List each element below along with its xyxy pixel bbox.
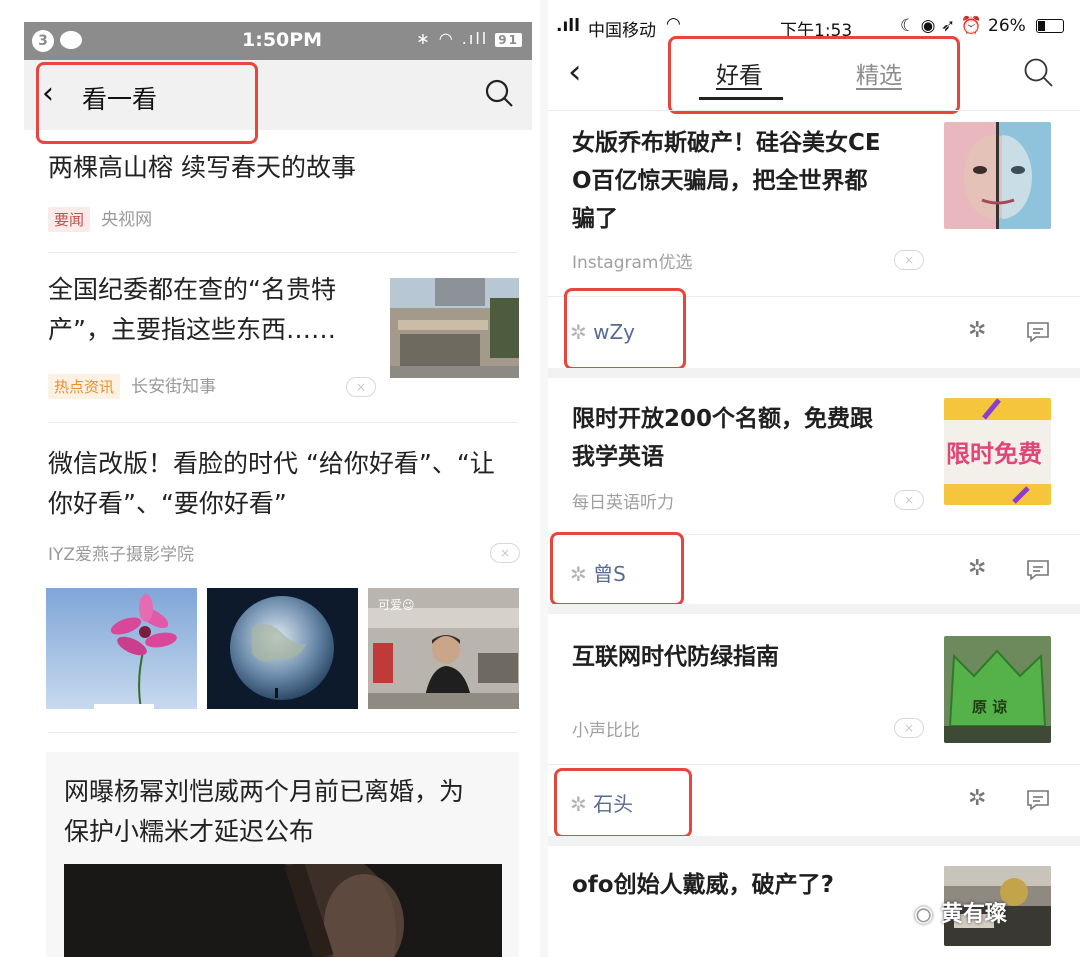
close-icon[interactable]: × bbox=[490, 543, 520, 563]
divider bbox=[48, 732, 518, 733]
article-thumbnail bbox=[944, 122, 1051, 229]
divider bbox=[548, 110, 1080, 111]
article-title[interactable]: 互联网时代防绿指南 bbox=[572, 638, 779, 676]
highlight-box bbox=[550, 532, 684, 606]
carrier: 中国移动 bbox=[588, 21, 656, 41]
article-title[interactable]: 两棵高山榕 续写春天的故事 bbox=[48, 148, 356, 188]
left-phone-screenshot: 3 1:50PM ∗ ◠ .ıll 91 ‹ 看一看 两棵高山榕 续写春天的故事… bbox=[0, 0, 540, 957]
article-source: 央视网 bbox=[101, 210, 153, 230]
watermark: ◉ 黄有璨 bbox=[914, 896, 1007, 928]
divider bbox=[48, 422, 518, 423]
battery-indicator: 91 bbox=[495, 33, 522, 47]
close-icon[interactable]: × bbox=[894, 718, 924, 738]
panel-divider bbox=[540, 0, 548, 957]
section-separator bbox=[548, 604, 1080, 614]
article-meta: 热点资讯 长安街知事 bbox=[48, 372, 216, 399]
article-title[interactable]: 女版乔布斯破产！硅谷美女CE O百亿惊天骗局，把全世界都 骗了 bbox=[572, 124, 881, 238]
article-card[interactable]: 网曝杨幂刘恺威两个月前已离婚，为 保护小糯米才延迟公布 bbox=[46, 752, 519, 957]
article-title-line: 微信改版！看脸的时代 “给你好看”、“让 bbox=[48, 449, 495, 478]
highlight-box bbox=[564, 288, 686, 370]
article-source: 小声比比 bbox=[572, 721, 640, 741]
article-thumbnail: 原 谅 bbox=[944, 636, 1051, 743]
section-separator bbox=[548, 368, 1080, 378]
back-chevron-icon[interactable]: ‹ bbox=[568, 52, 582, 92]
highlight-box bbox=[554, 768, 692, 838]
close-icon[interactable]: × bbox=[894, 250, 924, 270]
search-icon[interactable] bbox=[1022, 56, 1054, 88]
article-thumbnail: 限时免费 bbox=[944, 398, 1051, 505]
bluetooth-icon: ∗ bbox=[416, 29, 432, 48]
article-title: 网曝杨幂刘恺威两个月前已离婚，为 保护小糯米才延迟公布 bbox=[64, 772, 464, 852]
article-title-line: 保护小糯米才延迟公布 bbox=[64, 817, 315, 846]
article-title-line: 产”，主要指这些东西…… bbox=[48, 315, 336, 344]
article-title[interactable]: 微信改版！看脸的时代 “给你好看”、“让 你好看”、“要你好看” bbox=[48, 444, 495, 524]
divider bbox=[548, 764, 1080, 765]
wifi-icon: ◠ bbox=[438, 29, 455, 48]
article-title-line: 你好看”、“要你好看” bbox=[48, 489, 287, 518]
divider bbox=[48, 252, 518, 253]
status-bar: 3 1:50PM ∗ ◠ .ıll 91 bbox=[24, 22, 532, 60]
search-icon[interactable] bbox=[484, 78, 514, 108]
article-title-line: 骗了 bbox=[572, 206, 618, 232]
thumbnail-text: 原 谅 bbox=[972, 698, 1007, 716]
article-source: IYZ爱燕子摄影学院 bbox=[48, 545, 195, 565]
right-phone-screenshot: .ıll 中国移动 ◠ 下午1:53 ☾ ◉ ➶ ⏰ 26% ‹ 好看 精选 女… bbox=[548, 0, 1080, 957]
article-title-line: 限时开放200个名额，免费跟 bbox=[572, 406, 874, 432]
article-tag: 要闻 bbox=[48, 207, 91, 232]
signal-icon: .ıll bbox=[556, 16, 580, 36]
wow-icon[interactable]: ✲ bbox=[968, 318, 986, 343]
wow-icon[interactable]: ✲ bbox=[968, 556, 986, 581]
earth-image bbox=[207, 588, 358, 709]
article-title-line: 女版乔布斯破产！硅谷美女CE bbox=[572, 130, 881, 156]
close-icon[interactable]: × bbox=[346, 377, 376, 397]
status-time: 1:50PM bbox=[242, 29, 323, 51]
comment-icon[interactable] bbox=[1026, 320, 1050, 344]
chat-icon bbox=[60, 31, 82, 49]
article-hero-image bbox=[64, 864, 502, 957]
article-source: Instagram优选 bbox=[572, 253, 693, 273]
wechat-icon: ◉ bbox=[914, 902, 934, 927]
article-thumbnail bbox=[390, 278, 519, 378]
flower-image bbox=[46, 588, 197, 709]
battery-icon bbox=[1036, 19, 1064, 33]
notification-badge: 3 bbox=[32, 30, 54, 52]
article-title-line: 全国纪委都在查的“名贵特 bbox=[48, 275, 336, 304]
article-title-line: O百亿惊天骗局，把全世界都 bbox=[572, 168, 868, 194]
comment-icon[interactable] bbox=[1026, 788, 1050, 812]
thumbnail-text: 限时免费 bbox=[946, 440, 1042, 468]
battery-percent: 26% bbox=[988, 16, 1026, 36]
article-source: 每日英语听力 bbox=[572, 493, 674, 513]
article-title[interactable]: ofo创始人戴威，破产了? bbox=[572, 866, 834, 904]
wow-icon[interactable]: ✲ bbox=[968, 786, 986, 811]
article-title-line: 网曝杨幂刘恺威两个月前已离婚，为 bbox=[64, 777, 465, 806]
wifi-icon: ◠ bbox=[666, 14, 681, 34]
close-icon[interactable]: × bbox=[894, 490, 924, 510]
comment-icon[interactable] bbox=[1026, 558, 1050, 582]
section-separator bbox=[548, 836, 1080, 846]
article-title[interactable]: 全国纪委都在查的“名贵特 产”，主要指这些东西…… bbox=[48, 270, 336, 350]
article-meta: 要闻 央视网 bbox=[48, 205, 152, 232]
highlight-box bbox=[668, 36, 960, 114]
article-tag: 热点资讯 bbox=[48, 374, 121, 399]
article-title-line: 我学英语 bbox=[572, 444, 664, 470]
article-source: 长安街知事 bbox=[131, 377, 217, 397]
status-icons: ☾ ◉ ➶ ⏰ bbox=[900, 16, 982, 36]
image-caption: 可爱😉 bbox=[378, 598, 415, 612]
article-title[interactable]: 限时开放200个名额，免费跟 我学英语 bbox=[572, 400, 873, 476]
status-icons: ∗ ◠ .ıll 91 bbox=[416, 29, 522, 48]
signal-icon: .ıll bbox=[461, 29, 489, 48]
watermark-text: 黄有璨 bbox=[940, 902, 1007, 927]
highlight-box bbox=[36, 62, 258, 144]
